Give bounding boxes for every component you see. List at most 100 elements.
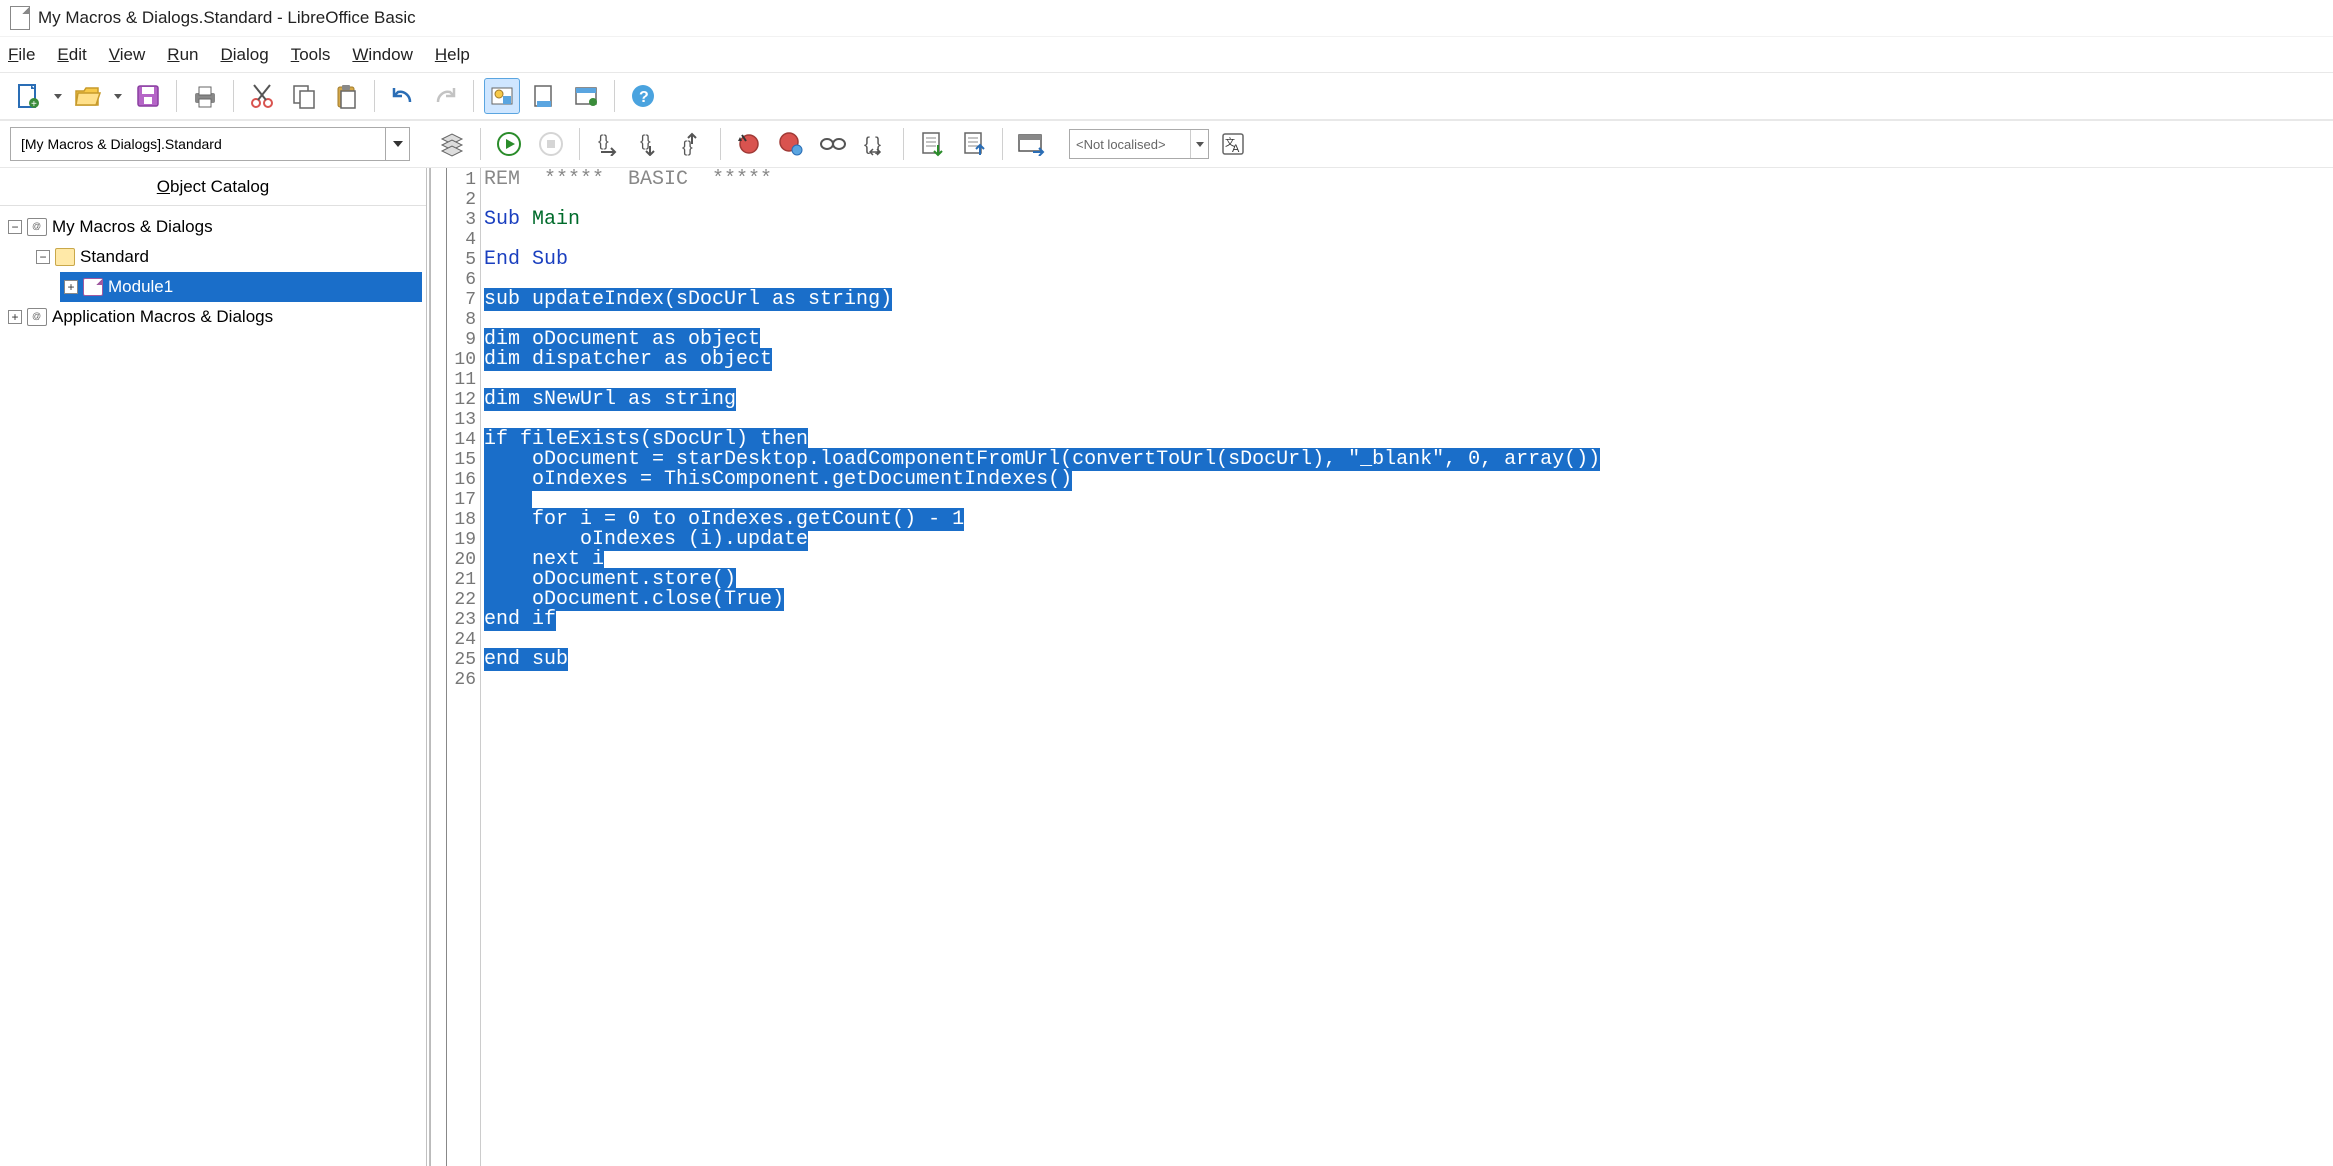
undo-button[interactable] [385, 78, 421, 114]
find-parenthesis-button[interactable]: { } [857, 126, 893, 162]
breakpoint-button[interactable] [731, 126, 767, 162]
standard-toolbar: + ? [0, 72, 2333, 120]
menu-view[interactable]: View [109, 45, 146, 65]
object-catalog-button[interactable] [484, 78, 520, 114]
code-line[interactable]: oDocument = starDesktop.loadComponentFro… [481, 450, 2333, 470]
play-icon [497, 132, 521, 156]
tree-label: Application Macros & Dialogs [52, 307, 273, 327]
menu-edit[interactable]: Edit [57, 45, 86, 65]
code-line[interactable]: dim dispatcher as object [481, 350, 2333, 370]
code-line[interactable]: dim sNewUrl as string [481, 390, 2333, 410]
braces-icon: { } [862, 132, 888, 156]
tree-item-app-macros[interactable]: + Application Macros & Dialogs [4, 302, 422, 332]
code-editor[interactable]: 1234567891011121314151617181920212223242… [430, 168, 2333, 1166]
tree-item-module1[interactable]: + Module1 [60, 272, 422, 302]
redo-icon [432, 84, 458, 108]
select-dialog-button[interactable] [568, 78, 604, 114]
locale-combo-value: <Not localised> [1076, 137, 1166, 152]
code-line[interactable]: next i [481, 550, 2333, 570]
code-line[interactable] [481, 370, 2333, 390]
collapse-icon[interactable]: − [36, 250, 50, 264]
svg-text:A: A [1232, 143, 1240, 155]
toolbar-separator [473, 80, 474, 112]
object-tree[interactable]: − My Macros & Dialogs − Standard + Modul… [0, 206, 426, 338]
open-button[interactable] [70, 78, 106, 114]
toolbar-separator [1002, 128, 1003, 160]
run-button[interactable] [491, 126, 527, 162]
import-dialog-icon [1017, 132, 1045, 156]
toolbar-separator [233, 80, 234, 112]
locale-combo[interactable]: <Not localised> [1069, 129, 1209, 159]
code-line[interactable]: end sub [481, 650, 2333, 670]
import-dialog-button[interactable] [1013, 126, 1049, 162]
collapse-icon[interactable]: − [8, 220, 22, 234]
paste-button[interactable] [328, 78, 364, 114]
manage-language-button[interactable]: 文A [1215, 126, 1251, 162]
code-line[interactable]: End Sub [481, 250, 2333, 270]
tree-item-my-macros[interactable]: − My Macros & Dialogs [4, 212, 422, 242]
code-line[interactable] [481, 410, 2333, 430]
code-line[interactable] [481, 670, 2333, 690]
code-line[interactable]: oDocument.close(True) [481, 590, 2333, 610]
code-line[interactable]: REM ***** BASIC ***** [481, 170, 2333, 190]
scissors-icon [250, 83, 274, 109]
menu-dialog[interactable]: Dialog [220, 45, 268, 65]
new-button[interactable]: + [10, 78, 46, 114]
cut-button[interactable] [244, 78, 280, 114]
code-line[interactable]: for i = 0 to oIndexes.getCount() - 1 [481, 510, 2333, 530]
save-button[interactable] [130, 78, 166, 114]
code-line[interactable]: dim oDocument as object [481, 330, 2333, 350]
expand-icon[interactable]: + [64, 280, 78, 294]
code-area[interactable]: REM ***** BASIC ***** Sub Main End Sub sub … [481, 168, 2333, 1166]
help-button[interactable]: ? [625, 78, 661, 114]
code-line[interactable]: if fileExists(sDocUrl) then [481, 430, 2333, 450]
expand-icon[interactable]: + [8, 310, 22, 324]
breakpoint-gutter[interactable] [431, 168, 447, 1166]
watch-button[interactable] [815, 126, 851, 162]
select-module-button[interactable] [526, 78, 562, 114]
code-line[interactable] [481, 490, 2333, 510]
language-icon: 文A [1220, 131, 1246, 157]
library-combo-dropdown[interactable] [385, 128, 409, 160]
step-into-button[interactable]: {} [632, 126, 668, 162]
new-doc-icon: + [15, 83, 41, 109]
redo-button[interactable] [427, 78, 463, 114]
title-bar: My Macros & Dialogs.Standard - LibreOffi… [0, 0, 2333, 36]
compile-button[interactable] [434, 126, 470, 162]
stop-button[interactable] [533, 126, 569, 162]
menu-tools[interactable]: Tools [291, 45, 331, 65]
code-line[interactable] [481, 230, 2333, 250]
tree-item-standard[interactable]: − Standard [32, 242, 422, 272]
menu-window[interactable]: Window [352, 45, 412, 65]
code-line[interactable]: oIndexes = ThisComponent.getDocumentInde… [481, 470, 2333, 490]
locale-dropdown[interactable] [1190, 130, 1208, 158]
code-line[interactable]: sub updateIndex(sDocUrl as string) [481, 290, 2333, 310]
code-line[interactable] [481, 630, 2333, 650]
insert-source-button[interactable] [914, 126, 950, 162]
menu-help[interactable]: Help [435, 45, 470, 65]
new-dropdown[interactable] [52, 78, 64, 114]
library-combo-value: [My Macros & Dialogs].Standard [21, 136, 222, 152]
stop-icon [539, 132, 563, 156]
code-line[interactable]: oIndexes (i).update [481, 530, 2333, 550]
code-line[interactable]: oDocument.store() [481, 570, 2333, 590]
open-dropdown[interactable] [112, 78, 124, 114]
library-combo[interactable]: [My Macros & Dialogs].Standard [10, 127, 410, 161]
print-button[interactable] [187, 78, 223, 114]
menu-file[interactable]: File [8, 45, 35, 65]
code-line[interactable] [481, 190, 2333, 210]
code-line[interactable]: Sub Main [481, 210, 2333, 230]
code-line[interactable] [481, 270, 2333, 290]
object-catalog-icon [489, 83, 515, 109]
toolbar-separator [579, 128, 580, 160]
copy-button[interactable] [286, 78, 322, 114]
code-line[interactable]: end if [481, 610, 2333, 630]
step-out-button[interactable]: {} [674, 126, 710, 162]
manage-breakpoints-button[interactable] [773, 126, 809, 162]
tree-label: My Macros & Dialogs [52, 217, 213, 237]
undo-icon [390, 84, 416, 108]
step-over-button[interactable]: {} [590, 126, 626, 162]
menu-run[interactable]: Run [167, 45, 198, 65]
save-source-button[interactable] [956, 126, 992, 162]
code-line[interactable] [481, 310, 2333, 330]
